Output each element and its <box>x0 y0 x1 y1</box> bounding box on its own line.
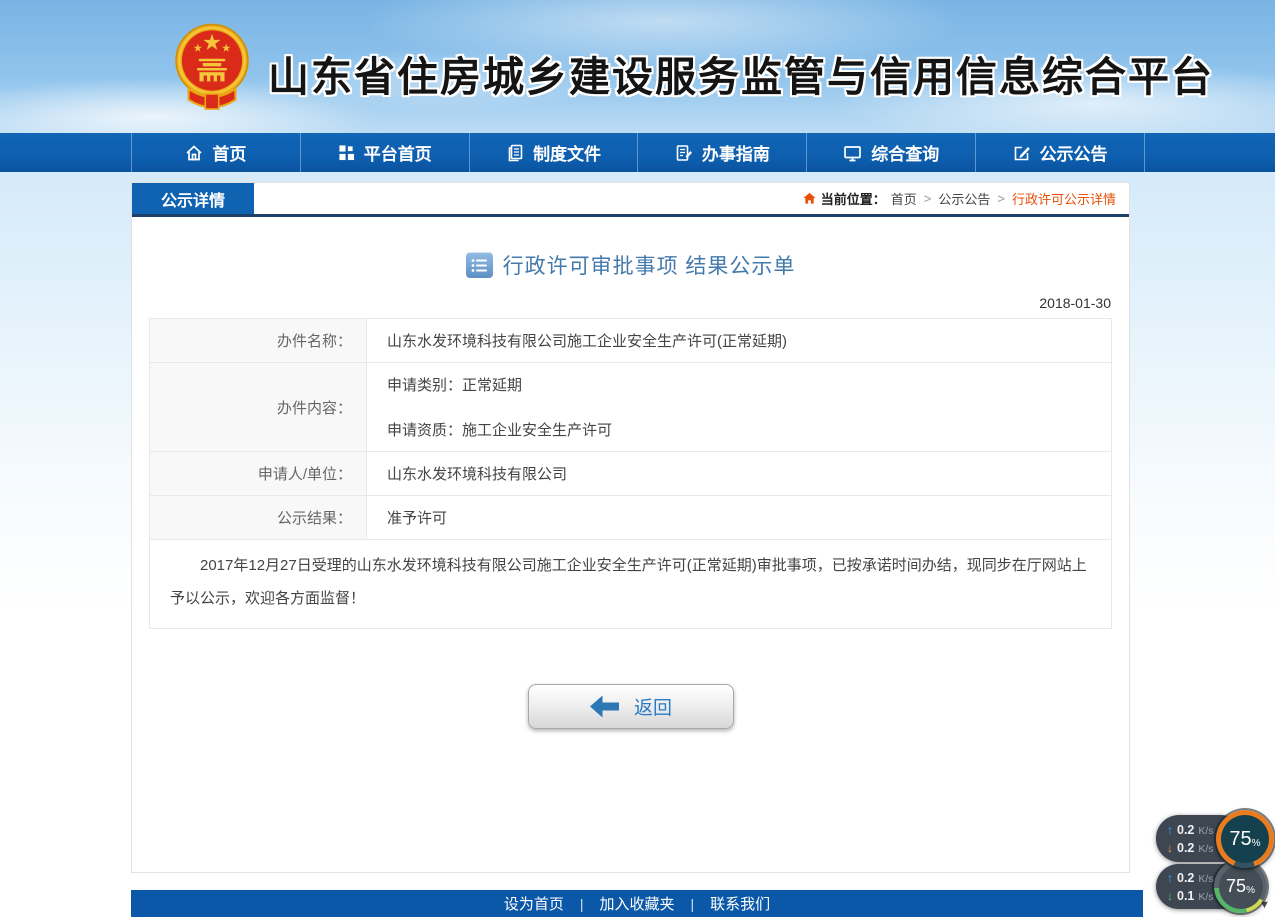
field-value-line: 申请类别：正常延期 <box>387 374 1111 395</box>
site-header: 山东省住房城乡建设服务监管与信用信息综合平台 <box>0 0 1275 133</box>
national-emblem-logo <box>168 22 256 114</box>
percent-unit: % <box>1252 838 1261 849</box>
breadcrumb: 当前位置： 首页 > 公示公告 > 行政许可公示详情 <box>803 183 1129 214</box>
summary-text: 2017年12月27日受理的山东水发环境科技有限公司施工企业安全生产许可(正常延… <box>150 540 1112 629</box>
nav-item-platform-home[interactable]: 平台首页 <box>300 133 469 172</box>
field-label: 申请人/单位： <box>150 452 367 496</box>
upload-speed: 0.2 <box>1177 871 1194 885</box>
tab-publicity-detail[interactable]: 公示详情 <box>132 183 254 214</box>
publish-date: 2018-01-30 <box>132 295 1111 311</box>
percent-value: 75 <box>1229 828 1251 851</box>
download-arrow-icon: ↓ <box>1167 841 1173 855</box>
field-label: 公示结果： <box>150 496 367 540</box>
page-footer: 设为首页 | 加入收藏夹 | 联系我们 <box>131 890 1143 917</box>
upload-speed: 0.2 <box>1177 823 1194 837</box>
grid-icon <box>338 144 355 161</box>
document-icon <box>506 144 524 162</box>
percent-unit: % <box>1246 885 1255 896</box>
speed-unit: K/s <box>1198 825 1213 837</box>
breadcrumb-section-link[interactable]: 公示公告 <box>938 189 990 208</box>
table-row: 2017年12月27日受理的山东水发环境科技有限公司施工企业安全生产许可(正常延… <box>150 540 1112 629</box>
breadcrumb-home-icon <box>803 192 816 205</box>
list-icon <box>466 252 493 278</box>
guide-pen-icon <box>675 144 693 162</box>
breadcrumb-home-link[interactable]: 首页 <box>891 189 917 208</box>
nav-item-service-guide[interactable]: 办事指南 <box>637 133 806 172</box>
table-row: 公示结果： 准予许可 <box>150 496 1112 540</box>
breadcrumb-separator: > <box>997 191 1005 206</box>
breadcrumb-prefix: 当前位置： <box>821 189 886 208</box>
upload-arrow-icon: ↑ <box>1167 871 1173 885</box>
back-button[interactable]: 返回 <box>528 684 734 729</box>
field-label: 办件内容： <box>150 363 367 452</box>
page-title: 行政许可审批事项 结果公示单 <box>503 250 796 280</box>
percent-gauge-1[interactable]: 75 % <box>1216 810 1274 868</box>
field-value: 山东水发环境科技有限公司施工企业安全生产许可(正常延期) <box>367 319 1112 363</box>
back-arrow-icon <box>589 693 620 720</box>
footer-link-set-homepage[interactable]: 设为首页 <box>504 893 564 914</box>
nav-item-policy-documents[interactable]: 制度文件 <box>469 133 638 172</box>
nav-item-label: 制度文件 <box>533 140 601 165</box>
nav-item-label: 综合查询 <box>871 140 939 165</box>
edit-icon <box>1013 144 1031 162</box>
nav-item-label: 公示公告 <box>1040 140 1108 165</box>
percent-value: 75 <box>1226 876 1246 897</box>
percent-gauge-2[interactable]: 75 % <box>1214 860 1267 913</box>
panel-header-strip: 公示详情 当前位置： 首页 > 公示公告 > 行政许可公示详情 <box>132 183 1129 217</box>
home-icon <box>185 144 203 162</box>
main-nav: 首页 平台首页 制度文件 办事指南 <box>0 133 1275 172</box>
breadcrumb-current: 行政许可公示详情 <box>1012 189 1116 208</box>
footer-separator: | <box>580 896 584 912</box>
monitor-icon <box>843 144 862 162</box>
back-button-label: 返回 <box>634 693 672 720</box>
download-speed: 0.1 <box>1177 889 1194 903</box>
field-value-line: 申请资质：施工企业安全生产许可 <box>387 419 1111 440</box>
field-value: 申请类别：正常延期 申请资质：施工企业安全生产许可 <box>367 363 1112 452</box>
nav-item-public-announcements[interactable]: 公示公告 <box>975 133 1145 172</box>
site-brand: 山东省住房城乡建设服务监管与信用信息综合平台 <box>168 22 1214 114</box>
net-speed-monitor-overlay: ↑ 0.2 K/s ↓ 0.2 K/s 75 % ↑ 0.2 K/s ↓ 0.1… <box>1153 810 1275 916</box>
field-value: 准予许可 <box>367 496 1112 540</box>
field-value: 山东水发环境科技有限公司 <box>367 452 1112 496</box>
download-arrow-icon: ↓ <box>1167 889 1173 903</box>
table-row: 办件内容： 申请类别：正常延期 申请资质：施工企业安全生产许可 <box>150 363 1112 452</box>
download-speed: 0.2 <box>1177 841 1194 855</box>
footer-link-contact-us[interactable]: 联系我们 <box>710 893 770 914</box>
nav-item-label: 首页 <box>212 140 246 165</box>
breadcrumb-separator: > <box>924 191 932 206</box>
footer-separator: | <box>691 896 695 912</box>
main-background: 公示详情 当前位置： 首页 > 公示公告 > 行政许可公示详情 <box>0 172 1275 890</box>
nav-item-label: 办事指南 <box>702 140 770 165</box>
speed-unit: K/s <box>1198 843 1213 855</box>
upload-arrow-icon: ↑ <box>1167 823 1173 837</box>
nav-item-comprehensive-query[interactable]: 综合查询 <box>806 133 975 172</box>
nav-item-home[interactable]: 首页 <box>131 133 300 172</box>
field-label: 办件名称： <box>150 319 367 363</box>
speed-unit: K/s <box>1198 873 1213 885</box>
content-panel: 公示详情 当前位置： 首页 > 公示公告 > 行政许可公示详情 <box>131 182 1130 873</box>
site-title: 山东省住房城乡建设服务监管与信用信息综合平台 <box>268 33 1214 103</box>
table-row: 办件名称： 山东水发环境科技有限公司施工企业安全生产许可(正常延期) <box>150 319 1112 363</box>
speed-unit: K/s <box>1198 891 1213 903</box>
footer-link-add-favorites[interactable]: 加入收藏夹 <box>599 893 674 914</box>
detail-table: 办件名称： 山东水发环境科技有限公司施工企业安全生产许可(正常延期) 办件内容：… <box>149 318 1112 629</box>
table-row: 申请人/单位： 山东水发环境科技有限公司 <box>150 452 1112 496</box>
nav-item-label: 平台首页 <box>364 140 432 165</box>
